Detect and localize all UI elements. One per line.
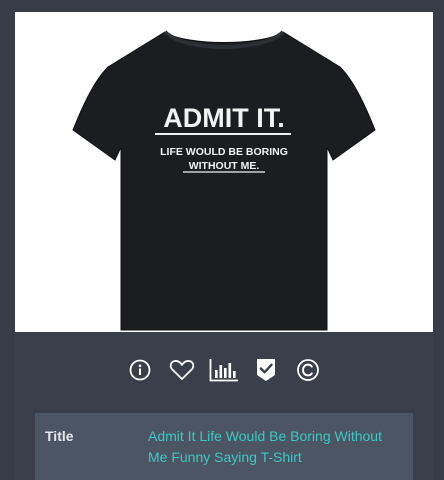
heart-icon: [169, 360, 195, 380]
copyright-button[interactable]: [292, 354, 324, 386]
title-value-link[interactable]: Admit It Life Would Be Boring Without Me…: [148, 426, 398, 468]
tshirt-shape: [72, 31, 376, 331]
info-icon: [129, 359, 151, 381]
tshirt-graphic: ADMIT IT. LIFE WOULD BE BORING WITHOUT M…: [72, 30, 376, 331]
product-card: ADMIT IT. LIFE WOULD BE BORING WITHOUT M…: [15, 12, 433, 480]
title-label: Title: [45, 428, 74, 444]
product-details-table: Title Admit It Life Would Be Boring With…: [35, 413, 413, 480]
stats-button[interactable]: [208, 354, 240, 386]
verified-button[interactable]: [250, 354, 282, 386]
badge-check-icon: [257, 359, 275, 381]
shirt-tagline-line1: LIFE WOULD BE BORING: [160, 146, 288, 158]
bar-chart-icon: [209, 359, 238, 382]
info-button[interactable]: [124, 354, 156, 386]
product-toolbar: [15, 352, 433, 388]
favorite-button[interactable]: [166, 354, 198, 386]
copyright-icon: [297, 359, 319, 381]
shirt-headline: ADMIT IT.: [163, 103, 285, 133]
shirt-tagline-line2: WITHOUT ME.: [189, 160, 260, 172]
product-image[interactable]: ADMIT IT. LIFE WOULD BE BORING WITHOUT M…: [15, 12, 433, 332]
